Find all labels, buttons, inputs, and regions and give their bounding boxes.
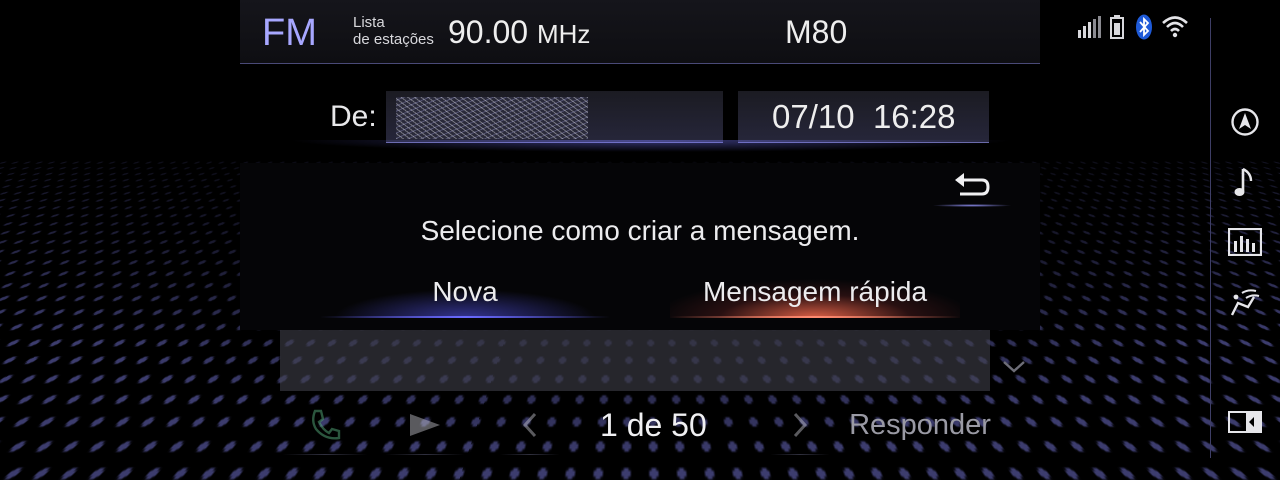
reply-label: Responder [849, 408, 991, 441]
next-underline [770, 454, 830, 455]
from-label: De: [330, 100, 377, 133]
music-note-icon[interactable] [1226, 163, 1264, 201]
message-time: 16:28 [872, 98, 956, 135]
station-list-line1: Lista [353, 14, 385, 31]
datetime: 07/10 16:28 [772, 98, 956, 136]
station-list-button[interactable]: Lista de estações [353, 14, 434, 48]
dialog-prompt: Selecione como criar a mensagem. [420, 215, 860, 246]
date-field: 07/10 16:28 [738, 91, 989, 143]
create-message-dialog: Selecione como criar a mensagem. Nova Me… [240, 163, 1040, 330]
send-underline [385, 454, 465, 455]
page-counter: 1 de 50 [600, 407, 707, 443]
next-icon [793, 412, 808, 438]
message-body-area [280, 330, 990, 391]
frequency-display: 90.00 MHz [448, 14, 590, 51]
preset-name: M80 [785, 14, 848, 50]
signal-strength-icon [1078, 16, 1101, 38]
back-button[interactable] [930, 167, 1014, 207]
wifi-icon [1162, 16, 1188, 38]
phone-icon [312, 409, 341, 440]
station-list-line2: de estações [353, 31, 434, 48]
prev-underline [500, 454, 560, 455]
climate-seat-icon[interactable] [1226, 283, 1264, 321]
message-date: 07/10 [772, 98, 855, 135]
back-arrow-icon [955, 173, 990, 196]
next-button[interactable] [770, 395, 830, 455]
radio-band[interactable]: FM [262, 12, 317, 55]
top-status-bar: FM Lista de estações 90.00 MHz M80 [240, 0, 1040, 64]
frequency-value: 90.00 [448, 14, 529, 50]
equalizer-icon[interactable] [1226, 223, 1264, 261]
play-icon [410, 414, 440, 436]
quick-message-button[interactable]: Mensagem rápida [670, 266, 960, 318]
sender-field [386, 91, 723, 143]
reply-button[interactable]: Responder [845, 395, 995, 455]
phone-battery-icon [1110, 15, 1124, 39]
display-toggle-icon[interactable] [1226, 403, 1264, 441]
previous-button[interactable] [500, 395, 560, 455]
scroll-down-button[interactable] [992, 345, 1036, 389]
send-button[interactable] [385, 395, 465, 455]
call-button[interactable] [282, 395, 368, 455]
prev-icon [522, 412, 537, 438]
chevron-down-icon [1003, 361, 1025, 373]
rail-divider [1210, 18, 1211, 458]
frequency-unit: MHz [536, 19, 591, 49]
navigation-icon[interactable] [1226, 103, 1264, 141]
bottom-controls: 1 de 50 Responder [0, 395, 1210, 465]
new-message-button[interactable]: Nova [320, 266, 610, 318]
sender-redacted [396, 97, 588, 139]
header-glow [290, 140, 1010, 152]
status-icons [1077, 14, 1197, 40]
bluetooth-icon [1136, 14, 1152, 40]
call-underline [282, 454, 368, 455]
